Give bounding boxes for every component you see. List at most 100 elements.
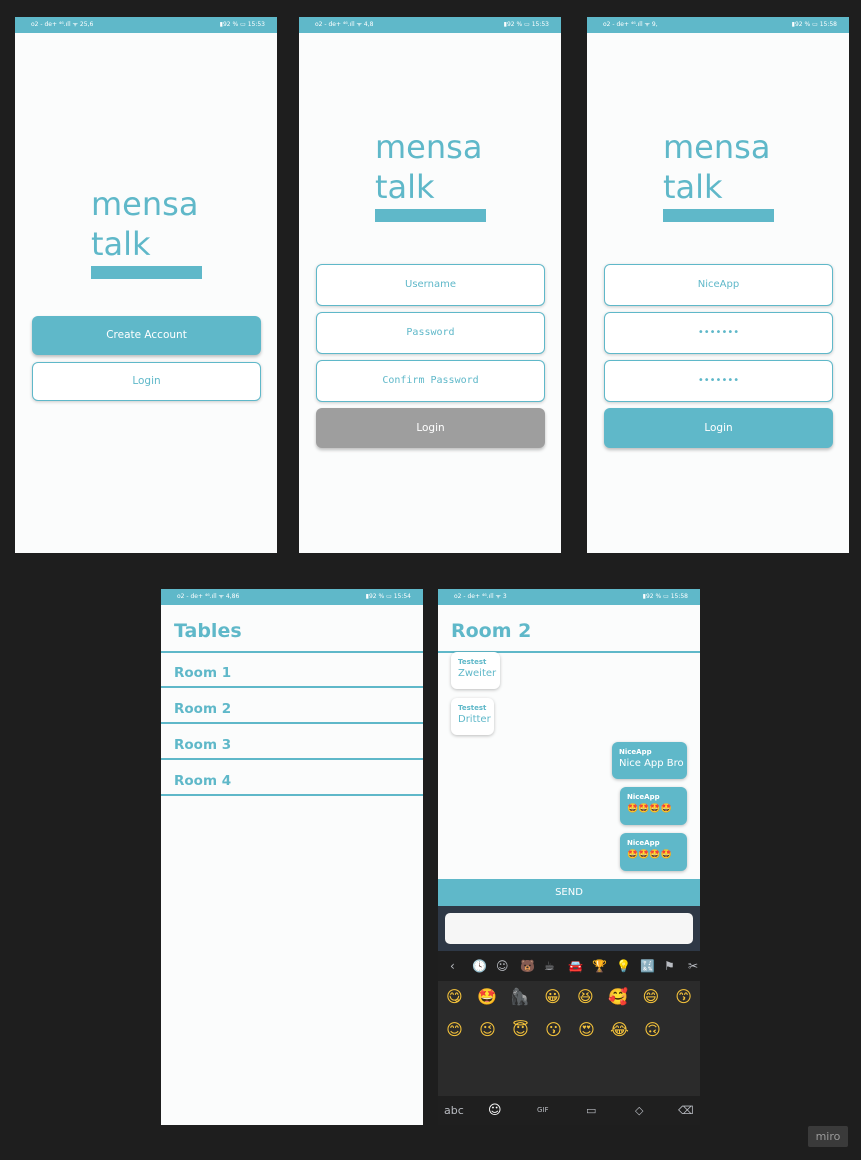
- status-bar: o2 - de+ ⁴⁶.ıll ᯤ 4,8 ▮92 % ▭ 15:53: [299, 17, 561, 33]
- miro-watermark: miro: [808, 1126, 848, 1147]
- password-field[interactable]: •••••••: [604, 312, 833, 354]
- status-bar: o2 - de+ ⁴⁶.ıll ᯤ 9, ▮92 % ▭ 15:58: [587, 17, 849, 33]
- message-author: NiceApp: [619, 748, 652, 756]
- emoji-key[interactable]: 😂: [603, 1020, 636, 1039]
- emoji-key[interactable]: 🤩: [471, 987, 504, 1006]
- status-left: o2 - de+ ⁴⁶.ıll ᯤ 9,: [603, 21, 658, 28]
- logo-line-1: mensa: [375, 128, 483, 166]
- status-right: ▮92 % ▭ 15:53: [503, 21, 549, 28]
- status-bar: o2 - de+ ⁴⁶.ıll ᯤ 25,6 ▮92 % ▭ 15:53: [15, 17, 277, 33]
- room-divider: [161, 758, 423, 760]
- login-button-disabled[interactable]: Login: [316, 408, 545, 448]
- room-item-1[interactable]: Room 1: [174, 665, 231, 681]
- message-text: 🤩🤩🤩🤩: [627, 804, 672, 814]
- message-author: NiceApp: [627, 793, 660, 801]
- status-left: o2 - de+ ⁴⁶.ıll ᯤ 25,6: [31, 21, 94, 28]
- message-text: Nice App Bro: [619, 758, 684, 769]
- logo-underline: [91, 266, 202, 279]
- send-button[interactable]: SEND: [438, 879, 700, 906]
- status-left: o2 - de+ ⁴⁶.ıll ᯤ 4,86: [177, 593, 240, 600]
- login-button[interactable]: Login: [32, 362, 261, 401]
- message-text: Dritter: [458, 714, 491, 725]
- room-divider: [161, 794, 423, 796]
- confirm-password-field[interactable]: Confirm Password: [316, 360, 545, 402]
- logo-underline: [375, 209, 486, 222]
- screen-register-filled: o2 - de+ ⁴⁶.ıll ᯤ 9, ▮92 % ▭ 15:58 mensa…: [587, 17, 849, 553]
- gif-icon[interactable]: GIF: [537, 1096, 549, 1125]
- room-divider: [161, 722, 423, 724]
- emoji-key[interactable]: 🙃: [636, 1020, 669, 1039]
- app-logo: mensa talk: [663, 127, 774, 222]
- emoji-key[interactable]: 😉: [471, 1020, 504, 1039]
- message-author: Testest: [458, 704, 487, 712]
- emoji-key[interactable]: 😗: [537, 1020, 570, 1039]
- logo-line-1: mensa: [663, 128, 771, 166]
- room-divider: [161, 686, 423, 688]
- message-input[interactable]: [445, 913, 693, 944]
- screen-chat: o2 - de+ ⁴⁶.ıll ᯤ 3 ▮92 % ▭ 15:58 Room 2…: [438, 589, 700, 1125]
- title-divider: [161, 651, 423, 653]
- emoji-key[interactable]: 😇: [504, 1020, 537, 1039]
- input-area: [438, 906, 700, 951]
- symbols-category-icon[interactable]: 🔣: [640, 951, 655, 981]
- logo-line-2: talk: [375, 168, 435, 206]
- room-item-3[interactable]: Room 3: [174, 737, 231, 753]
- status-left: o2 - de+ ⁴⁶.ıll ᯤ 4,8: [315, 21, 374, 28]
- app-logo: mensa talk: [91, 184, 202, 279]
- page-title: Tables: [174, 620, 242, 642]
- message-bubble: NiceApp 🤩🤩🤩🤩: [620, 833, 687, 871]
- logo-line-1: mensa: [91, 185, 199, 223]
- username-field[interactable]: NiceApp: [604, 264, 833, 306]
- message-bubble: Testest Dritter: [451, 698, 494, 735]
- message-author: NiceApp: [627, 839, 660, 847]
- message-bubble: Testest Zweiter: [451, 652, 500, 689]
- emoji-key[interactable]: 😄: [635, 987, 668, 1006]
- screen-register: o2 - de+ ⁴⁶.ıll ᯤ 4,8 ▮92 % ▭ 15:53 mens…: [299, 17, 561, 553]
- room-item-2[interactable]: Room 2: [174, 701, 231, 717]
- more-category-icon[interactable]: ✂: [688, 951, 698, 981]
- emoji-key[interactable]: 😋: [438, 987, 471, 1006]
- username-field[interactable]: Username: [316, 264, 545, 306]
- emoji-key[interactable]: 🥰: [602, 987, 635, 1006]
- emoji-tab-icon[interactable]: ☺: [488, 1096, 502, 1125]
- keyboard-bottom-bar: abc ☺ GIF ▭ ◇ ⌫: [438, 1096, 700, 1125]
- logo-line-2: talk: [663, 168, 723, 206]
- password-field[interactable]: Password: [316, 312, 545, 354]
- back-icon[interactable]: ‹: [450, 951, 455, 981]
- activity-category-icon[interactable]: 🏆: [592, 951, 607, 981]
- screen-welcome: o2 - de+ ⁴⁶.ıll ᯤ 25,6 ▮92 % ▭ 15:53 men…: [15, 17, 277, 553]
- clear-icon[interactable]: ◇: [635, 1096, 643, 1125]
- emoji-key[interactable]: 😆: [569, 987, 602, 1006]
- emoji-row-1: 😋 🤩 🦍 😀 😆 🥰 😄 😙: [438, 987, 700, 1006]
- sticker-icon[interactable]: ▭: [586, 1096, 596, 1125]
- emoji-key[interactable]: 😍: [570, 1020, 603, 1039]
- emoji-key[interactable]: 😙: [667, 987, 700, 1006]
- recent-icon[interactable]: 🕓: [472, 951, 487, 981]
- status-bar: o2 - de+ ⁴⁶.ıll ᯤ 3 ▮92 % ▭ 15:58: [438, 589, 700, 605]
- create-account-button[interactable]: Create Account: [32, 316, 261, 355]
- emoji-keyboard: ‹ 🕓 ☺ 🐻 ☕ 🚘 🏆 💡 🔣 ⚑ ✂ 😋 🤩 🦍 😀 😆 🥰 😄 😙 😊 …: [438, 951, 700, 1125]
- emoji-key[interactable]: 🦍: [504, 987, 537, 1006]
- travel-category-icon[interactable]: 🚘: [568, 951, 583, 981]
- objects-category-icon[interactable]: 💡: [616, 951, 631, 981]
- food-category-icon[interactable]: ☕: [544, 951, 555, 981]
- emoji-key[interactable]: 😀: [536, 987, 569, 1006]
- message-author: Testest: [458, 658, 487, 666]
- emoji-key[interactable]: 😊: [438, 1020, 471, 1039]
- animal-category-icon[interactable]: 🐻: [520, 951, 535, 981]
- message-bubble: NiceApp 🤩🤩🤩🤩: [620, 787, 687, 825]
- backspace-icon[interactable]: ⌫: [678, 1096, 694, 1125]
- message-bubble: NiceApp Nice App Bro: [612, 742, 687, 779]
- emoji-category-bar: ‹ 🕓 ☺ 🐻 ☕ 🚘 🏆 💡 🔣 ⚑ ✂: [438, 951, 700, 981]
- flag-category-icon[interactable]: ⚑: [664, 951, 675, 981]
- smiley-category-icon[interactable]: ☺: [496, 951, 509, 981]
- logo-line-2: talk: [91, 225, 151, 263]
- abc-key[interactable]: abc: [444, 1096, 464, 1125]
- status-right: ▮92 % ▭ 15:58: [642, 593, 688, 600]
- login-button[interactable]: Login: [604, 408, 833, 448]
- logo-underline: [663, 209, 774, 222]
- room-item-4[interactable]: Room 4: [174, 773, 231, 789]
- confirm-password-field[interactable]: •••••••: [604, 360, 833, 402]
- page-title: Room 2: [451, 620, 532, 642]
- message-text: 🤩🤩🤩🤩: [627, 850, 672, 860]
